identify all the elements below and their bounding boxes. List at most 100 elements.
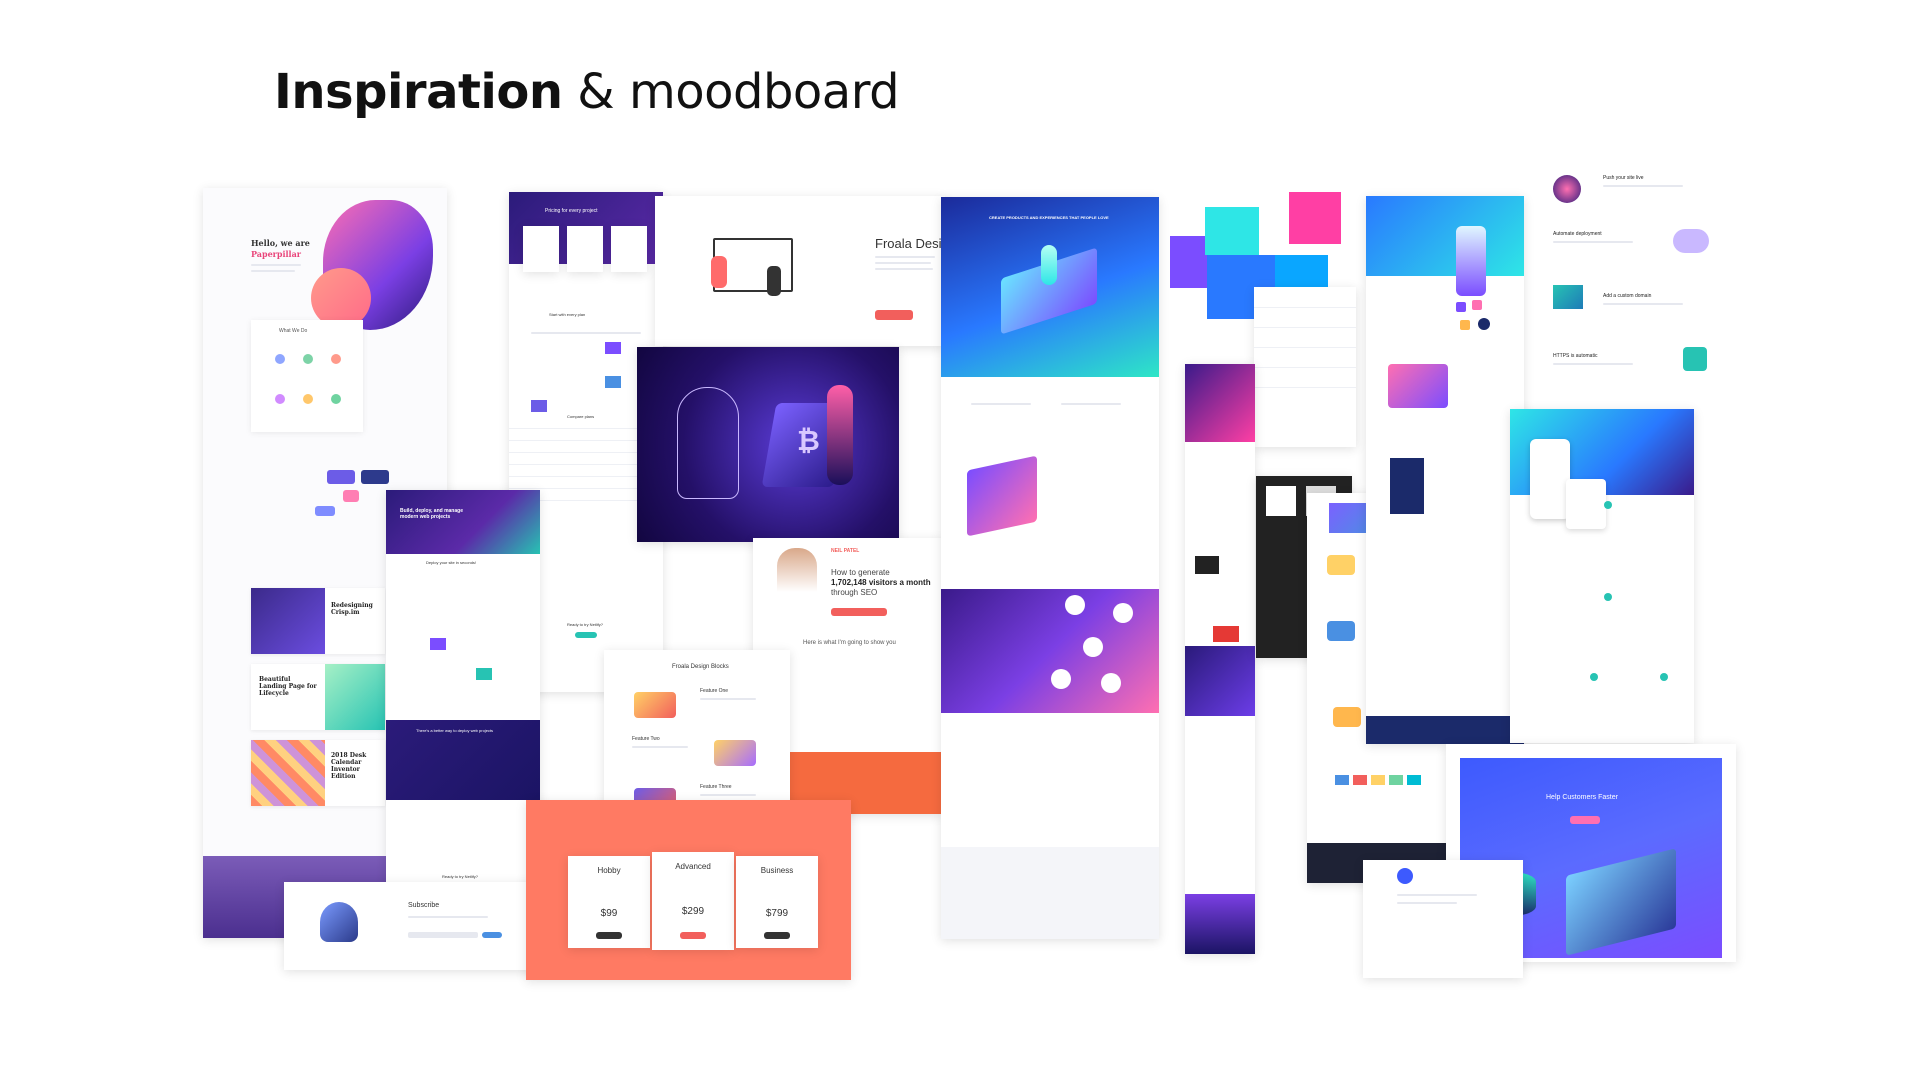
- froala-hero-card[interactable]: Froala Design: [655, 196, 945, 346]
- feature-two: Feature Two: [632, 736, 660, 742]
- feature-illustration: [1327, 555, 1355, 575]
- plan-price: $799: [765, 908, 789, 919]
- feature-thumb: [531, 400, 547, 412]
- deploy-fast: Deploy your site in seconds!: [426, 560, 477, 565]
- cta-button[interactable]: [575, 632, 597, 638]
- feature-thumb: [476, 668, 492, 680]
- color-chip: [1407, 775, 1421, 785]
- service-icon: [275, 394, 285, 404]
- mini-settings-card[interactable]: [1363, 860, 1523, 978]
- seo-section-title: Here is what I'm going to show you: [803, 640, 896, 646]
- brand-badge: [1101, 673, 1121, 693]
- plan-business[interactable]: Business $799: [736, 856, 818, 948]
- subscribe-illustration: [320, 902, 358, 942]
- mini-table-card[interactable]: [1254, 287, 1356, 447]
- saas-dark-panel: [1390, 458, 1424, 514]
- netlify-deploy-card[interactable]: Build, deploy, and manage modern web pro…: [386, 490, 540, 888]
- magazine-hero: [1185, 364, 1255, 442]
- client-logo: [315, 506, 335, 516]
- seo-cta[interactable]: [831, 608, 887, 616]
- title-rest: & moodboard: [562, 64, 900, 120]
- plan-advanced[interactable]: Advanced $299: [652, 852, 734, 950]
- saas-landing-card[interactable]: [1366, 196, 1524, 744]
- step-text-line: [1603, 303, 1683, 305]
- step-text-line: [1553, 241, 1633, 243]
- brand-badge: [1083, 637, 1103, 657]
- landing-text-line: [971, 403, 1031, 405]
- plan-card[interactable]: [523, 226, 559, 272]
- subscribe-card[interactable]: Subscribe: [284, 882, 538, 970]
- brand-badge: [1113, 603, 1133, 623]
- paperpillar-blob-small: [311, 268, 371, 328]
- dark-footer: [941, 847, 1159, 939]
- deploy-heading: Build, deploy, and manage modern web pro…: [400, 508, 463, 520]
- hero-hello: Hello, we are: [251, 238, 310, 248]
- hero-brand: Paperpillar: [251, 249, 301, 259]
- magazine-band: [1185, 646, 1255, 716]
- feature-line: [700, 794, 756, 796]
- app-icon: [1456, 302, 1466, 312]
- isometric-landing-card[interactable]: CREATE PRODUCTS AND EXPERIENCES THAT PEO…: [941, 197, 1159, 939]
- service-icon: [331, 394, 341, 404]
- brand-badge: [1065, 595, 1085, 615]
- froala-heading: Froala Design: [875, 236, 945, 251]
- analytics-card[interactable]: [1510, 409, 1694, 743]
- client-logo: [361, 470, 389, 484]
- compare-plans: Compare plans: [567, 414, 595, 419]
- plan-price: $299: [681, 906, 705, 917]
- project-thumbnail: [251, 588, 325, 654]
- feature-illustration: [634, 692, 676, 718]
- bitcoin-icon: ₿: [797, 425, 820, 456]
- brand-badge: [1051, 669, 1071, 689]
- plan-button[interactable]: [596, 932, 622, 939]
- service-icon: [331, 354, 341, 364]
- project-lifecycle[interactable]: Beautiful Landing Page for Lifecycle: [251, 664, 385, 730]
- plan-name: Advanced: [675, 862, 711, 871]
- app-icon: [1478, 318, 1490, 330]
- pricing-table-card[interactable]: Hobby $99 Advanced $299 Business $799: [526, 800, 851, 980]
- magazine-card[interactable]: [1185, 364, 1255, 954]
- plan-card[interactable]: [611, 226, 647, 272]
- plan-hobby[interactable]: Hobby $99: [568, 856, 650, 948]
- subscribe-heading: Subscribe: [408, 902, 440, 909]
- settings-line: [1397, 902, 1457, 904]
- feature-illustration: [714, 740, 756, 766]
- cloud-icon: [1673, 229, 1709, 253]
- feature-thumb: [605, 376, 621, 388]
- deploy-hero-band: [386, 490, 540, 554]
- analytics-phone: [1530, 439, 1570, 519]
- project-crisp[interactable]: Redesigning Crisp.im: [251, 588, 385, 654]
- saas-dashboard: [1388, 364, 1448, 408]
- client-logo: [343, 490, 359, 502]
- feature-three: Feature Three: [700, 784, 732, 790]
- magazine-footer: [1185, 894, 1255, 954]
- what-we-do-panel: What We Do: [251, 320, 363, 432]
- email-field: [408, 932, 478, 938]
- project-title: 2018 Desk Calendar Inventor Edition: [331, 752, 367, 780]
- feature-thumb: [430, 638, 446, 650]
- saas-footer: [1366, 716, 1524, 744]
- magazine-thumb: [1195, 556, 1219, 574]
- step-custom-domain: Add a custom domain: [1603, 293, 1652, 299]
- seo-portrait: [777, 548, 817, 628]
- table-row: [1254, 347, 1356, 348]
- subscribe-button[interactable]: [482, 932, 502, 938]
- help-cta[interactable]: [1570, 816, 1600, 824]
- saas-illustration: [1456, 226, 1486, 296]
- blocks-title: Froala Design Blocks: [672, 664, 729, 670]
- plan-button[interactable]: [680, 932, 706, 939]
- color-swatch-cyan: [1205, 207, 1259, 255]
- plan-name: Business: [760, 866, 794, 875]
- step-https: HTTPS is automatic: [1553, 353, 1598, 359]
- project-thumbnail: [325, 664, 385, 730]
- analytics-chart: [1566, 479, 1606, 529]
- plan-button[interactable]: [764, 932, 790, 939]
- start-with-plan: Start with every plan: [549, 312, 586, 317]
- project-calendar[interactable]: 2018 Desk Calendar Inventor Edition: [251, 740, 385, 806]
- froala-cta[interactable]: [875, 310, 913, 320]
- color-chip: [1353, 775, 1367, 785]
- plan-card[interactable]: [567, 226, 603, 272]
- deploy-steps-card[interactable]: Push your site live Automate deployment …: [1543, 167, 1723, 427]
- feature-illustration: [1327, 621, 1355, 641]
- color-chip: [1371, 775, 1385, 785]
